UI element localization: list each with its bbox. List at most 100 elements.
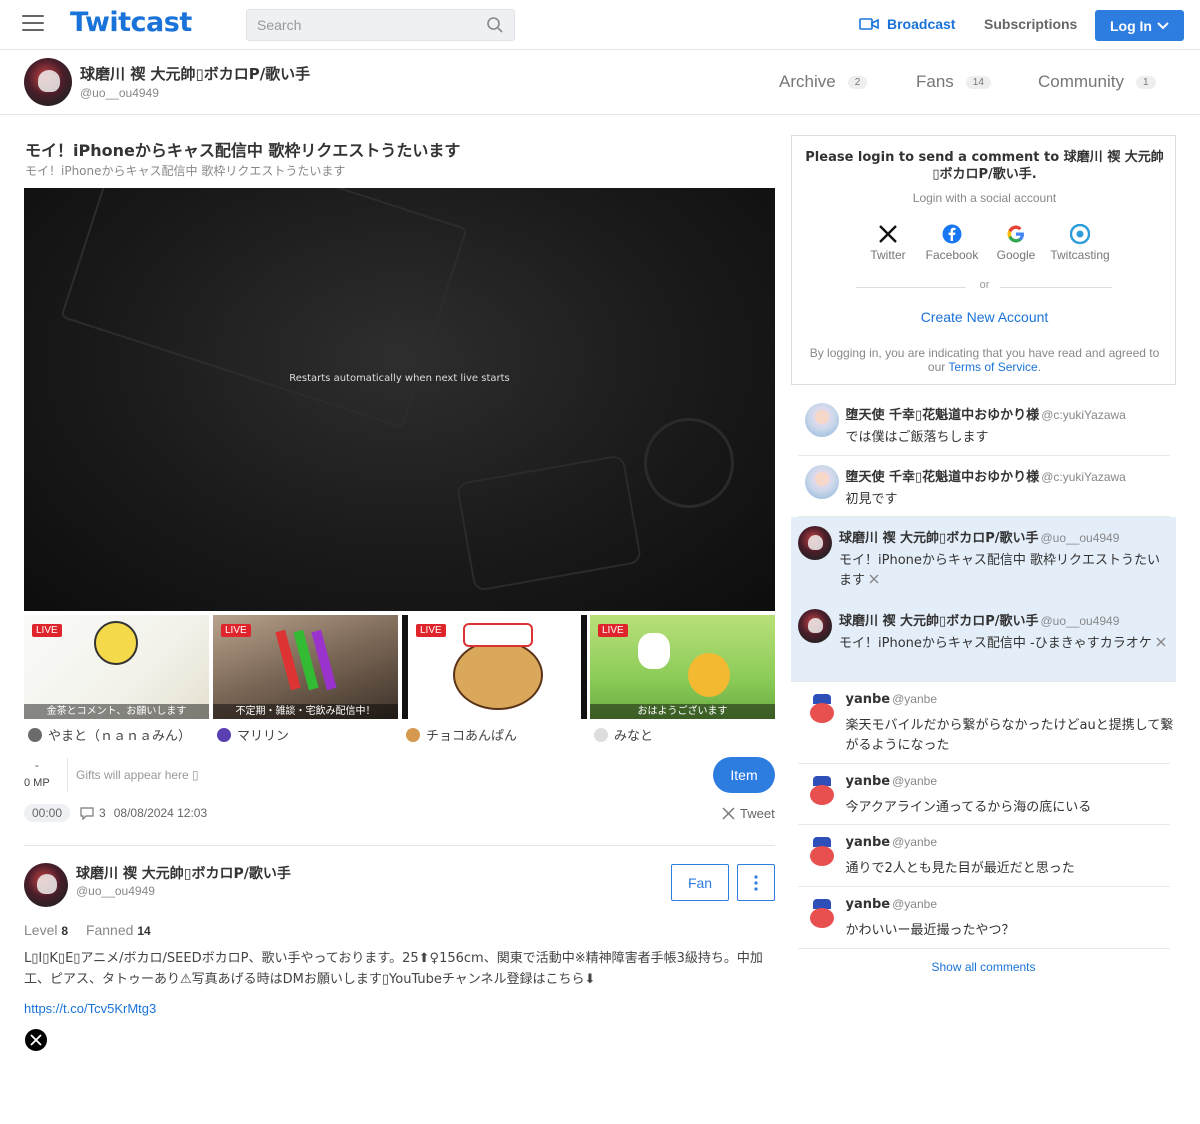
avatar[interactable] (804, 465, 839, 499)
facebook-login[interactable]: Facebook (917, 224, 987, 262)
profile-handle: @uo__ou4949 (80, 86, 159, 100)
login-button[interactable]: Log In (1095, 10, 1184, 41)
avatar[interactable] (804, 834, 839, 868)
avatar[interactable] (804, 403, 839, 437)
live-user-name: マリリン (237, 729, 290, 744)
tweet-button[interactable]: Tweet (722, 806, 775, 821)
live-card[interactable]: LIVE 不定期・雑談・宅飲み配信中！ マリリン (213, 615, 398, 745)
twitter-login[interactable]: Twitter (853, 224, 923, 262)
comment-item[interactable]: yanbe @yanbe 楽天モバイルだから繋がらなかったけどauと提携して繋がる… (797, 682, 1173, 764)
user-avatar (217, 727, 231, 742)
comment-handle: @yanbe (892, 692, 938, 706)
fan-button[interactable]: Fan (671, 864, 729, 901)
comment-author[interactable]: yanbe @yanbe (846, 774, 938, 789)
comment-text: モイ！iPhoneからキャス配信中 -ひまきゃすカラオケ (839, 634, 1167, 654)
broadcast-subtitle: モイ！iPhoneからキャス配信中 歌枠リクエストうたいます (25, 164, 346, 178)
facebook-icon (942, 224, 962, 244)
comment-author[interactable]: yanbe @yanbe (846, 897, 938, 912)
live-thumbnail[interactable]: LIVE 金茶とコメント、お願いします (24, 615, 209, 719)
tab-archive[interactable]: Archive 2 (779, 72, 868, 92)
bio-link[interactable]: https://t.co/Tcv5KrMtg3 (24, 1001, 156, 1016)
bio-name[interactable]: 球磨川 禊 大元帥▯ボカロP/歌い手 (76, 863, 291, 883)
or-label: or (979, 279, 990, 291)
comment-item[interactable]: 球磨川 禊 大元帥▯ボカロP/歌い手 @uo__ou4949 モイ！iPhoneか… (791, 517, 1176, 600)
comment-icon (80, 806, 94, 820)
comment-author[interactable]: 堕天使 千幸▯花魁道中おゆかり様 @c:yukiYazawa (846, 404, 1126, 423)
broadcast-title: モイ！iPhoneからキャス配信中 歌枠リクエストうたいます (25, 141, 461, 160)
background-shape (60, 188, 468, 429)
comment-handle: @yanbe (892, 774, 938, 788)
comment-text: かわいいー最近撮ったやつ？ (845, 923, 1015, 938)
live-user[interactable]: チョコあんぱん (406, 725, 517, 744)
divider (24, 845, 775, 846)
search-box (246, 9, 515, 41)
provider-label: Google (996, 248, 1036, 262)
comment-author-name: 堕天使 千幸▯花魁道中おゆかり様 (845, 408, 1040, 423)
comment-author[interactable]: yanbe @yanbe (846, 692, 938, 707)
live-user[interactable]: マリリン (217, 725, 289, 744)
subscriptions-link[interactable]: Subscriptions (984, 16, 1077, 32)
comment-item[interactable]: yanbe @yanbe かわいいー最近撮ったやつ？ (797, 887, 1170, 949)
create-account-link[interactable]: Create New Account (792, 309, 1177, 325)
live-caption: 不定期・雑談・宅飲み配信中！ (213, 704, 398, 719)
comment-author[interactable]: yanbe @yanbe (846, 835, 938, 850)
more-vertical-icon (754, 874, 758, 891)
tab-fans[interactable]: Fans 14 (916, 72, 991, 92)
search-icon[interactable] (486, 16, 504, 34)
live-card[interactable]: LIVE 金茶とコメント、お願いします やまと（ｎａｎａみん） (24, 615, 209, 745)
chevron-down-icon (1157, 21, 1169, 29)
comment-author-name: yanbe (845, 897, 891, 912)
profile-name[interactable]: 球磨川 禊 大元帥▯ボカロP/歌い手 (80, 63, 310, 84)
comment-author[interactable]: 堕天使 千幸▯花魁道中おゆかり様 @c:yukiYazawa (846, 466, 1126, 485)
level-label: Level (24, 922, 58, 938)
twitcasting-login[interactable]: Twitcasting (1045, 224, 1115, 262)
live-user[interactable]: やまと（ｎａｎａみん） (28, 725, 191, 744)
live-user[interactable]: みなと (594, 725, 653, 744)
count-badge: 14 (965, 75, 991, 89)
tab-community[interactable]: Community 1 (1038, 72, 1156, 92)
avatar[interactable] (804, 691, 839, 725)
live-thumbnail[interactable]: LIVE 不定期・雑談・宅飲み配信中！ (213, 615, 398, 719)
comment-author[interactable]: 球磨川 禊 大元帥▯ボカロP/歌い手 @uo__ou4949 (839, 527, 1119, 546)
provider-label: Twitcasting (1050, 248, 1110, 262)
login-box-title: Please login to send a comment to 球磨川 禊 … (805, 150, 1164, 182)
login-box: Please login to send a comment to 球磨川 禊 … (791, 135, 1176, 385)
avatar[interactable] (798, 609, 832, 643)
live-thumbnail[interactable]: LIVE おはようございます (590, 615, 775, 719)
menu-icon[interactable] (22, 15, 44, 33)
avatar[interactable] (24, 863, 68, 907)
item-button[interactable]: Item (713, 757, 775, 793)
thumbnail-art (688, 653, 730, 697)
comment-text: モイ！iPhoneからキャス配信中 歌枠リクエストうたいます (839, 551, 1167, 591)
show-all-comments-link[interactable]: Show all comments (791, 960, 1176, 974)
more-options-button[interactable] (737, 864, 775, 901)
comment-author-name: yanbe (845, 774, 891, 789)
live-recommendations: LIVE 金茶とコメント、お願いします やまと（ｎａｎａみん） LIVE 不定期… (24, 615, 775, 745)
search-input[interactable] (247, 10, 477, 40)
background-shape (644, 418, 734, 508)
broadcast-link[interactable]: Broadcast (859, 16, 955, 32)
x-profile-link[interactable] (25, 1029, 47, 1051)
broadcast-label: Broadcast (887, 16, 956, 32)
divider (67, 758, 68, 792)
video-player[interactable]: Restarts automatically when next live st… (24, 188, 775, 611)
comment-item[interactable]: 堕天使 千幸▯花魁道中おゆかり様 @c:yukiYazawa 初見です (797, 456, 1170, 517)
comment-author[interactable]: 球磨川 禊 大元帥▯ボカロP/歌い手 @uo__ou4949 (839, 610, 1119, 629)
twitcast-logo[interactable]: Twitcast (70, 7, 192, 38)
live-card[interactable]: LIVE チョコあんぱん (402, 615, 587, 745)
comment-item[interactable]: 堕天使 千幸▯花魁道中おゆかり様 @c:yukiYazawa では僕はご飯落ちしま… (797, 394, 1170, 456)
terms-of-service-link[interactable]: Terms of Service (948, 360, 1037, 374)
avatar[interactable] (24, 58, 72, 106)
live-thumbnail[interactable]: LIVE (402, 615, 587, 719)
comment-item[interactable]: yanbe @yanbe 通りで2人とも見た目が最近だと思った (797, 825, 1170, 887)
avatar[interactable] (798, 526, 832, 560)
comment-item[interactable]: 球磨川 禊 大元帥▯ボカロP/歌い手 @uo__ou4949 モイ！iPhoneか… (791, 600, 1176, 682)
login-label: Log In (1110, 17, 1152, 34)
avatar[interactable] (804, 773, 839, 807)
user-avatar (406, 727, 420, 742)
google-login[interactable]: Google (981, 224, 1051, 262)
live-card[interactable]: LIVE おはようございます みなと (590, 615, 775, 745)
comment-item[interactable]: yanbe @yanbe 今アクアライン通ってるから海の底にいる (797, 764, 1170, 825)
avatar[interactable] (804, 896, 839, 930)
count-badge: 1 (1135, 75, 1156, 89)
